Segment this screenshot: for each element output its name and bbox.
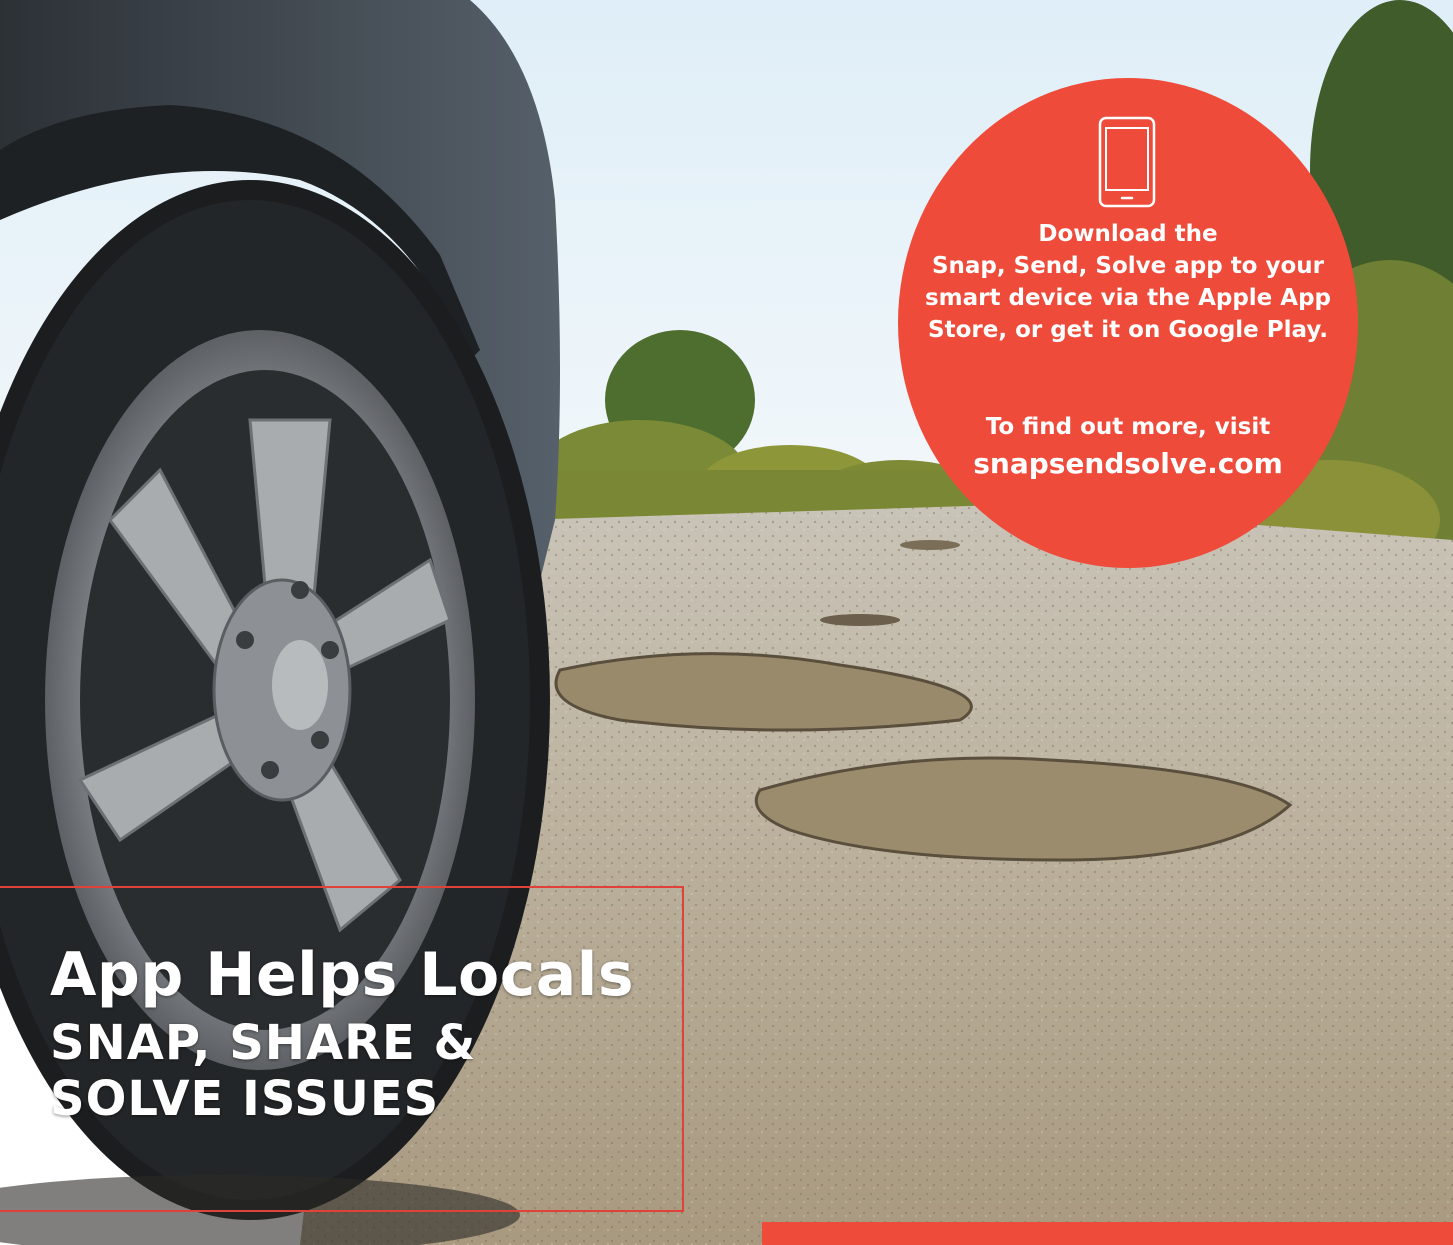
promo-url-link[interactable]: snapsendsolve.com	[898, 444, 1358, 484]
headline-title: App Helps Locals	[50, 940, 635, 1010]
smartphone-icon	[1098, 116, 1156, 208]
headline-subtitle-line-2: SOLVE ISSUES	[50, 1071, 440, 1127]
page: Download the Snap, Send, Solve app to yo…	[0, 0, 1453, 1245]
promo-text: Download the Snap, Send, Solve app to yo…	[898, 218, 1358, 346]
accent-bar	[762, 1222, 1453, 1245]
headline: App Helps Locals SNAP, SHARE & SOLVE ISS…	[50, 935, 634, 1127]
promo-more-lead: To find out more, visit	[985, 414, 1271, 440]
headline-subtitle-line-1: SNAP, SHARE &	[50, 1015, 477, 1071]
promo-line: smart device via the Apple App	[924, 285, 1332, 311]
promo-line: Snap, Send, Solve app to your	[931, 253, 1325, 279]
promo-line: Download the	[1038, 221, 1218, 247]
promo-line: Store, or get it on Google Play.	[928, 317, 1328, 343]
promo-more-info: To find out more, visit snapsendsolve.co…	[898, 410, 1358, 484]
promo-circle: Download the Snap, Send, Solve app to yo…	[898, 78, 1358, 568]
